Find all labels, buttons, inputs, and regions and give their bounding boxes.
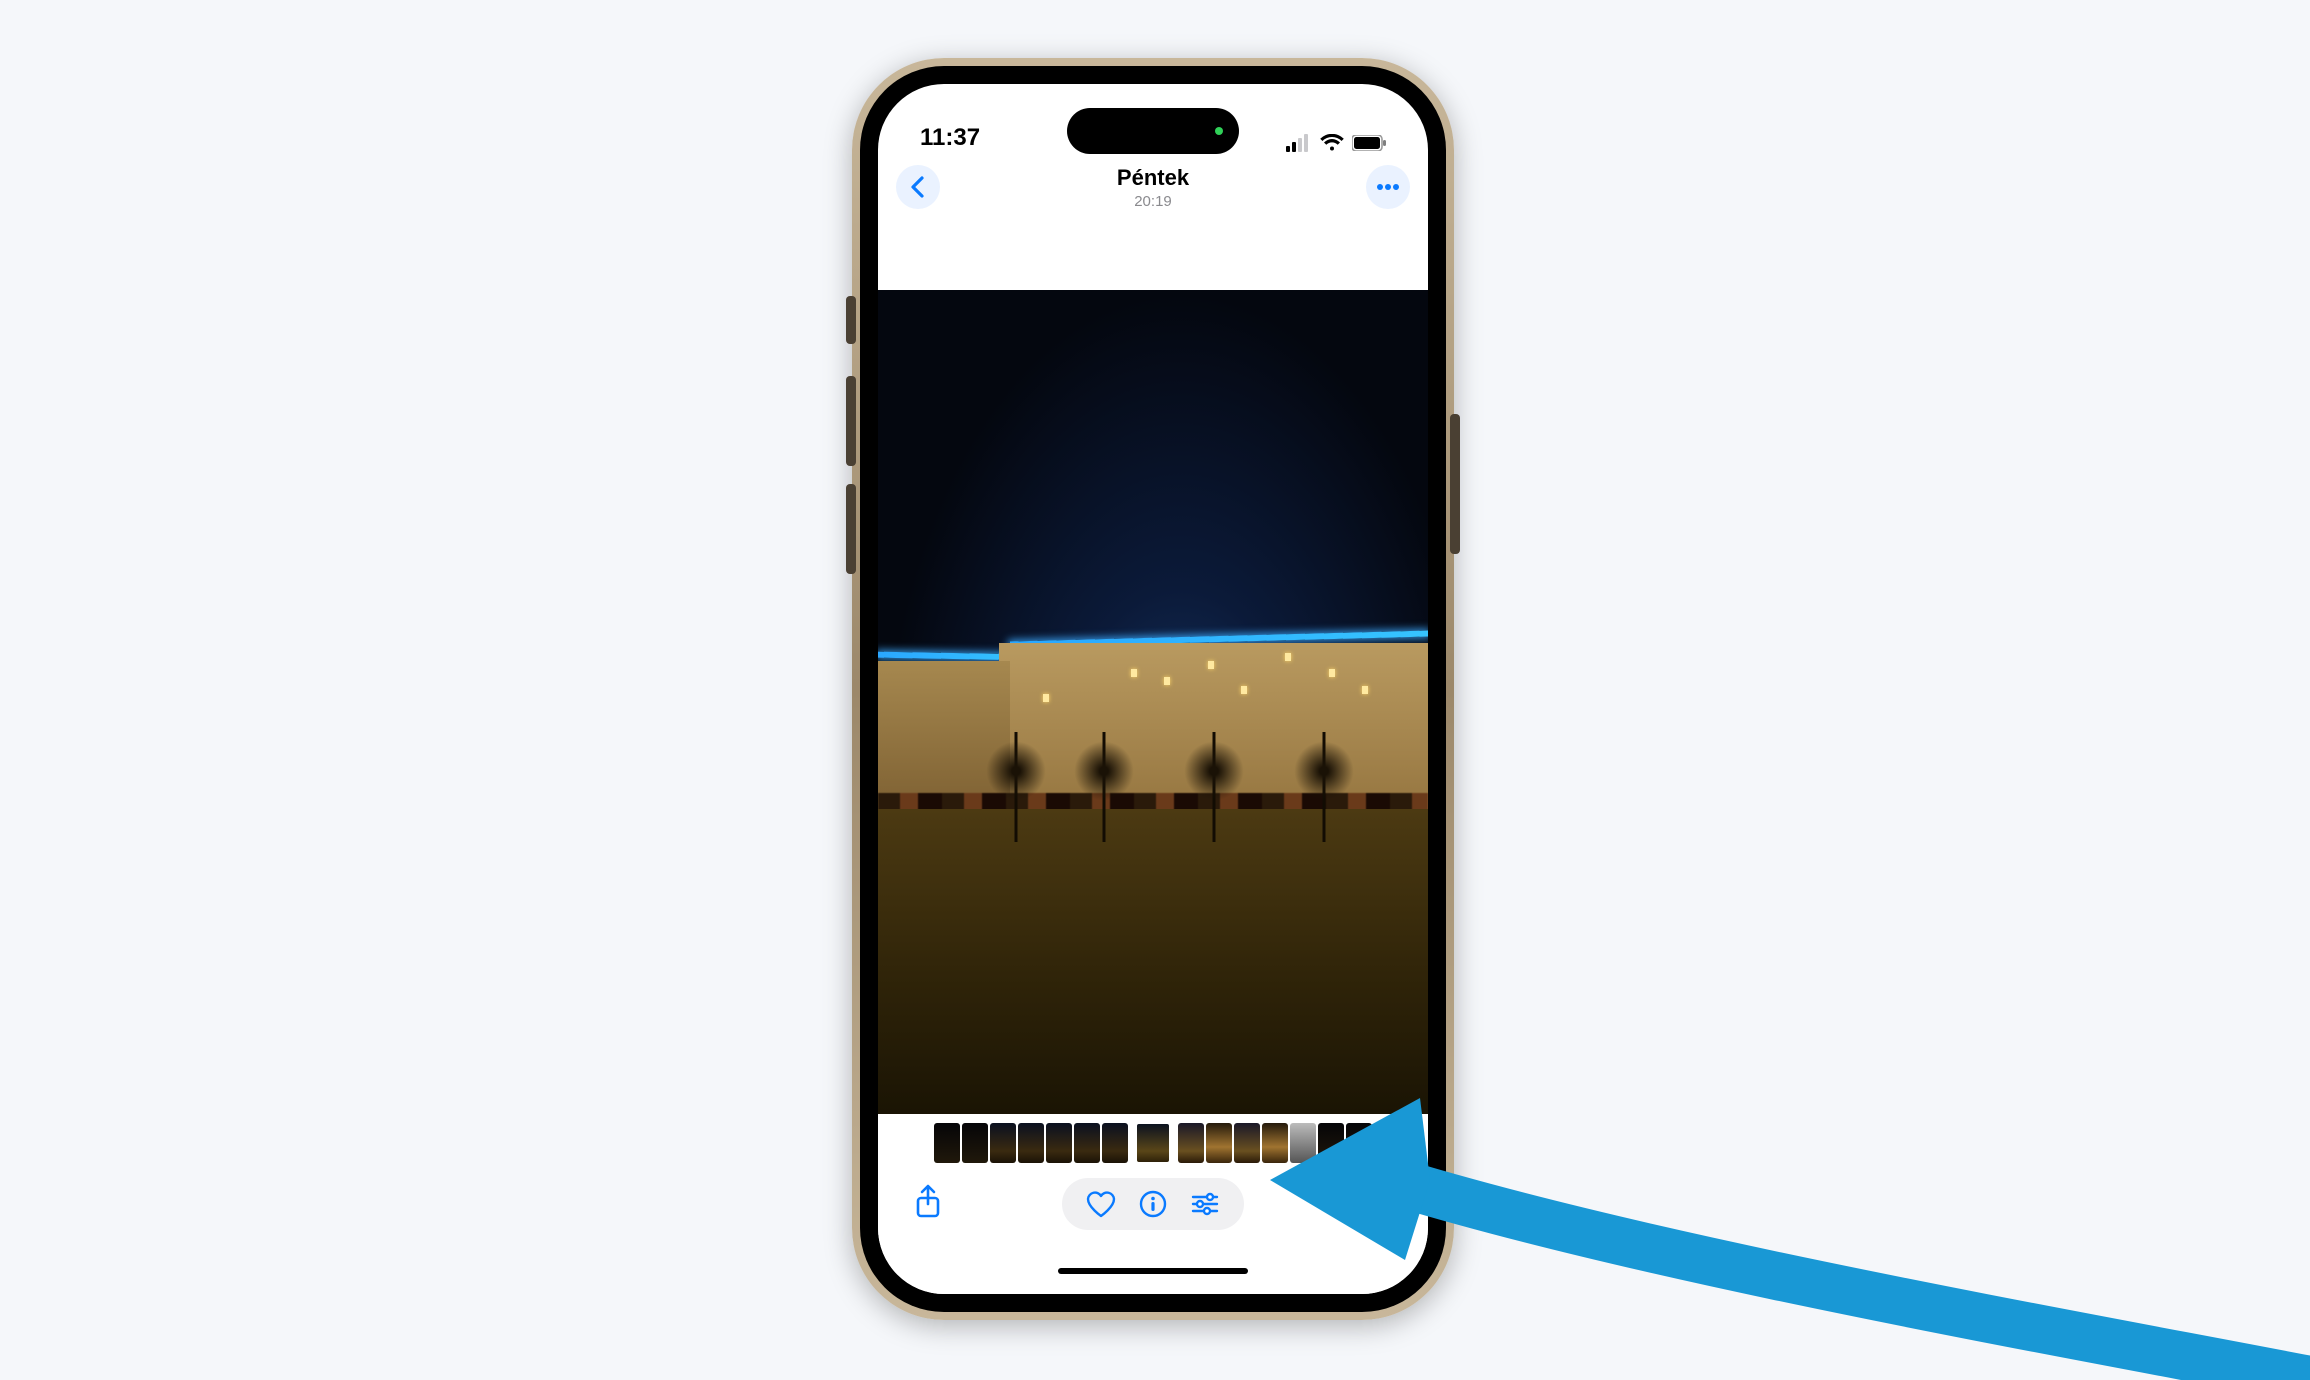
thumbnail[interactable]: [1346, 1123, 1372, 1163]
cellular-signal-icon: [1286, 134, 1312, 152]
thumbnail[interactable]: [962, 1123, 988, 1163]
status-indicators: [1286, 134, 1386, 152]
wifi-icon: [1320, 134, 1344, 152]
info-button[interactable]: [1138, 1189, 1168, 1219]
thumbnail[interactable]: [1318, 1123, 1344, 1163]
thumbnail[interactable]: [1178, 1123, 1204, 1163]
thumbnail[interactable]: [934, 1123, 960, 1163]
back-button[interactable]: [896, 165, 940, 209]
thumbnail[interactable]: [1206, 1123, 1232, 1163]
home-indicator[interactable]: [878, 1268, 1428, 1294]
thumbnail[interactable]: [1074, 1123, 1100, 1163]
phone-bezel: 11:37: [860, 66, 1446, 1312]
power-button[interactable]: [1450, 414, 1460, 554]
more-button[interactable]: [1366, 165, 1410, 209]
thumbnail[interactable]: [1046, 1123, 1072, 1163]
volume-down-button[interactable]: [846, 484, 856, 574]
photo-sky: [878, 290, 1428, 661]
heart-icon: [1086, 1190, 1116, 1218]
nav-bar: Péntek 20:19: [878, 156, 1428, 218]
nav-spacer: [878, 218, 1428, 290]
chevron-left-icon: [909, 175, 927, 199]
ellipsis-icon: [1376, 183, 1400, 191]
thumbnail[interactable]: [1290, 1123, 1316, 1163]
camera-active-dot: [1215, 127, 1223, 135]
photo-time-label: 20:19: [1117, 193, 1189, 210]
photo-day-label: Péntek: [1117, 165, 1189, 191]
thumbnail[interactable]: [1234, 1123, 1260, 1163]
iphone-frame: 11:37: [852, 58, 1454, 1320]
screen: 11:37: [878, 84, 1428, 1294]
action-pill: [1062, 1178, 1244, 1230]
thumbnail-selected[interactable]: [1136, 1123, 1170, 1163]
favorite-button[interactable]: [1086, 1189, 1116, 1219]
dynamic-island: [1067, 108, 1239, 154]
bottom-toolbar: [878, 1172, 1428, 1268]
thumbnail[interactable]: [1018, 1123, 1044, 1163]
share-icon: [914, 1184, 942, 1220]
mute-switch[interactable]: [846, 296, 856, 344]
info-circle-icon: [1139, 1190, 1167, 1218]
thumbnail[interactable]: [990, 1123, 1016, 1163]
sliders-icon: [1191, 1192, 1219, 1216]
share-button[interactable]: [904, 1178, 952, 1226]
nav-title-block: Péntek 20:19: [1117, 165, 1189, 210]
thumbnail[interactable]: [1262, 1123, 1288, 1163]
battery-icon: [1352, 135, 1386, 151]
edit-button[interactable]: [1190, 1189, 1220, 1219]
photo-viewer[interactable]: [878, 290, 1428, 1114]
status-time: 11:37: [920, 124, 980, 152]
volume-up-button[interactable]: [846, 376, 856, 466]
photo-ground: [878, 809, 1428, 1114]
thumbnail-strip[interactable]: [878, 1114, 1428, 1172]
thumbnail[interactable]: [1102, 1123, 1128, 1163]
